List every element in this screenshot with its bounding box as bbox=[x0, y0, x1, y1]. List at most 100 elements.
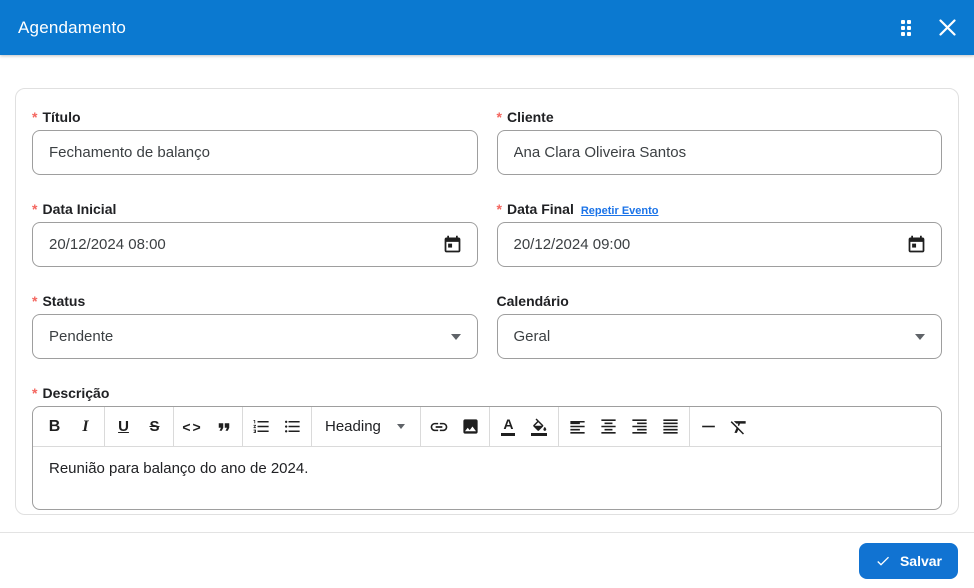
required-marker: * bbox=[496, 109, 502, 125]
calendario-selected-value: Geral bbox=[513, 328, 551, 345]
toolbar-divider bbox=[104, 407, 105, 447]
titlebar-actions bbox=[901, 19, 956, 36]
chevron-down-icon bbox=[915, 333, 925, 340]
editor-toolbar: B I U S <> Heading A bbox=[33, 407, 941, 447]
field-titulo: * Título bbox=[32, 109, 478, 175]
align-center-button[interactable] bbox=[593, 407, 624, 447]
rich-text-editor: B I U S <> Heading A Reunião para balanç… bbox=[32, 406, 942, 510]
required-marker: * bbox=[32, 201, 38, 217]
data-inicial-label-row: * Data Inicial bbox=[32, 201, 478, 217]
status-label: Status bbox=[42, 293, 86, 309]
image-icon bbox=[463, 419, 478, 434]
data-final-control bbox=[496, 222, 942, 267]
horizontal-rule-icon bbox=[702, 425, 715, 428]
toolbar-divider bbox=[173, 407, 174, 447]
ordered-list-icon bbox=[253, 420, 269, 433]
required-marker: * bbox=[496, 201, 502, 217]
descricao-label: Descrição bbox=[42, 385, 110, 401]
quote-icon bbox=[218, 422, 229, 431]
clear-format-icon bbox=[731, 420, 747, 434]
status-selected-value: Pendente bbox=[49, 328, 114, 345]
bold-button[interactable]: B bbox=[39, 407, 70, 447]
bullet-list-icon bbox=[284, 420, 300, 433]
insert-image-button[interactable] bbox=[455, 407, 486, 447]
toolbar-divider bbox=[419, 407, 421, 447]
heading-dropdown-label: Heading bbox=[325, 418, 381, 435]
calendar-icon bbox=[908, 235, 925, 253]
calendario-label-row: Calendário bbox=[497, 293, 943, 309]
check-icon bbox=[877, 556, 889, 566]
horizontal-rule-button[interactable] bbox=[693, 407, 724, 447]
strikethrough-button[interactable]: S bbox=[139, 407, 170, 447]
descricao-content[interactable]: Reunião para balanço do ano de 2024. bbox=[33, 447, 941, 509]
drag-handle-icon[interactable] bbox=[901, 19, 911, 36]
align-right-button[interactable] bbox=[624, 407, 655, 447]
save-button[interactable]: Salvar bbox=[858, 542, 958, 579]
bullet-list-button[interactable] bbox=[277, 407, 308, 447]
dialog-title: Agendamento bbox=[18, 17, 127, 37]
dialog-footer: Salvar bbox=[0, 532, 974, 588]
titulo-label: Título bbox=[42, 109, 81, 125]
heading-dropdown[interactable]: Heading bbox=[315, 407, 417, 447]
clear-format-button[interactable] bbox=[724, 407, 755, 447]
align-right-icon bbox=[632, 419, 647, 434]
data-inicial-input[interactable] bbox=[49, 236, 434, 253]
data-inicial-control bbox=[32, 222, 478, 267]
repeat-event-link[interactable]: Repetir Evento bbox=[581, 205, 659, 217]
fill-color-icon bbox=[531, 417, 548, 436]
status-select[interactable]: Pendente bbox=[32, 314, 478, 359]
text-color-icon: A bbox=[501, 417, 516, 436]
toolbar-divider bbox=[488, 407, 490, 447]
insert-link-button[interactable] bbox=[424, 407, 455, 447]
field-cliente: * Cliente bbox=[496, 109, 943, 175]
underline-button[interactable]: U bbox=[108, 407, 139, 447]
fill-color-button[interactable] bbox=[524, 407, 555, 447]
calendario-label: Calendário bbox=[496, 293, 569, 309]
link-icon bbox=[431, 422, 448, 431]
align-left-icon bbox=[570, 420, 585, 434]
data-final-label-row: * Data Final Repetir Evento bbox=[497, 201, 943, 217]
data-final-label: Data Final bbox=[506, 201, 574, 217]
cliente-control bbox=[496, 130, 942, 175]
toolbar-divider bbox=[557, 407, 559, 447]
toolbar-divider bbox=[688, 407, 690, 447]
status-label-row: * Status bbox=[32, 293, 478, 309]
close-button[interactable] bbox=[939, 19, 956, 36]
required-marker: * bbox=[32, 109, 38, 125]
blockquote-button[interactable] bbox=[208, 407, 239, 447]
align-justify-icon bbox=[663, 419, 678, 434]
data-inicial-calendar-button[interactable] bbox=[442, 234, 463, 255]
required-marker: * bbox=[32, 385, 38, 401]
calendario-select[interactable]: Geral bbox=[496, 314, 942, 359]
toolbar-divider bbox=[242, 407, 243, 447]
data-final-calendar-button[interactable] bbox=[906, 234, 927, 255]
cliente-label: Cliente bbox=[506, 109, 554, 125]
field-data-inicial: * Data Inicial bbox=[32, 201, 478, 267]
field-status: * Status Pendente bbox=[32, 293, 478, 359]
italic-button[interactable]: I bbox=[70, 407, 101, 447]
field-data-final: * Data Final Repetir Evento bbox=[496, 201, 943, 267]
save-button-label: Salvar bbox=[899, 552, 942, 569]
code-button[interactable]: <> bbox=[177, 407, 208, 447]
required-marker: * bbox=[32, 293, 38, 309]
chevron-down-icon bbox=[450, 333, 461, 340]
form-card: * Título * Cliente * Data Inicial bbox=[15, 88, 959, 515]
descricao-label-row: * Descrição bbox=[32, 385, 942, 401]
align-left-button[interactable] bbox=[562, 407, 593, 447]
dialog-titlebar: Agendamento bbox=[0, 0, 974, 55]
titulo-label-row: * Título bbox=[32, 109, 478, 125]
data-final-input[interactable] bbox=[513, 236, 898, 253]
text-color-button[interactable]: A bbox=[493, 407, 524, 447]
calendar-icon bbox=[444, 235, 460, 253]
toolbar-divider bbox=[311, 407, 312, 447]
cliente-label-row: * Cliente bbox=[497, 109, 943, 125]
align-center-icon bbox=[601, 419, 616, 434]
ordered-list-button[interactable] bbox=[246, 407, 277, 447]
field-descricao: * Descrição B I U S <> Heading A Reunião… bbox=[32, 385, 942, 510]
titulo-input[interactable] bbox=[49, 144, 463, 161]
cliente-input[interactable] bbox=[513, 144, 927, 161]
field-calendario: Calendário Geral bbox=[496, 293, 943, 359]
close-icon bbox=[939, 19, 956, 36]
data-inicial-label: Data Inicial bbox=[42, 201, 117, 217]
align-justify-button[interactable] bbox=[655, 407, 686, 447]
